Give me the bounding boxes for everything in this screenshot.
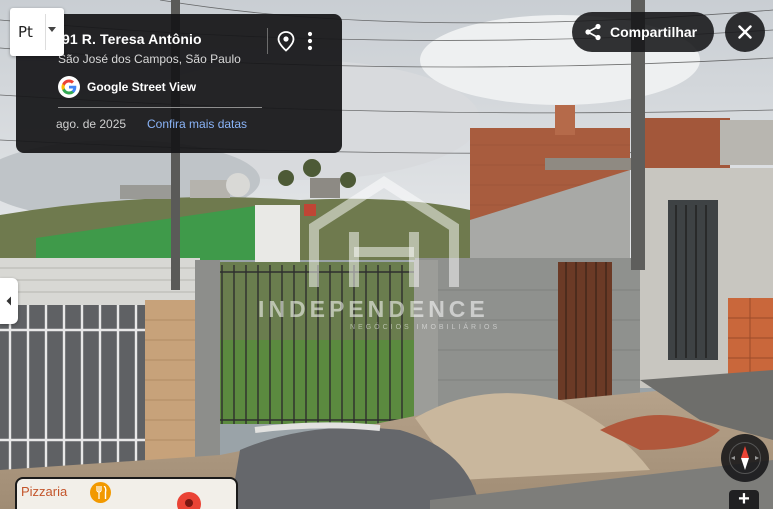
restaurant-icon[interactable] — [90, 482, 111, 503]
language-divider — [45, 14, 46, 50]
red-pin-icon — [177, 492, 201, 509]
watermark-tagline: NEGÓCIOS IMOBILIÁRIOS — [350, 324, 501, 331]
language-label: Pt — [18, 23, 33, 41]
card-separator — [58, 107, 262, 108]
more-vert-icon[interactable] — [304, 30, 316, 52]
compass-icon — [729, 442, 761, 474]
capture-date: ago. de 2025 — [56, 117, 127, 131]
share-button-label: Compartilhar — [610, 24, 698, 40]
minimap[interactable]: Pizzaria — [15, 477, 238, 509]
share-icon — [585, 23, 601, 41]
chevron-down-icon — [48, 27, 56, 32]
close-button[interactable] — [725, 12, 765, 52]
map-pin-icon[interactable] — [276, 30, 296, 52]
card-divider — [267, 28, 268, 54]
language-selector[interactable]: Pt — [10, 8, 64, 56]
compass-button[interactable] — [721, 434, 769, 482]
share-button[interactable]: Compartilhar — [572, 12, 714, 52]
chevron-left-icon — [6, 296, 11, 306]
collapse-panel-button[interactable] — [0, 278, 18, 324]
provider-row: Google Street View — [58, 75, 196, 99]
provider-label: Google Street View — [87, 80, 197, 94]
location-info-card: 91 R. Teresa Antônio São José dos Campos… — [16, 14, 342, 153]
close-icon — [738, 25, 752, 39]
address-title[interactable]: 91 R. Teresa Antônio — [62, 31, 202, 47]
watermark-brand: INDEPENDENCE — [258, 296, 489, 322]
more-dates-link[interactable]: Confira mais datas — [147, 117, 247, 131]
google-g-icon — [58, 76, 80, 98]
zoom-in-button[interactable]: + — [729, 488, 759, 509]
address-subtitle: São José dos Campos, São Paulo — [58, 52, 241, 66]
minimap-poi-label[interactable]: Pizzaria — [21, 484, 67, 499]
watermark-logo-icon — [304, 176, 459, 287]
plus-icon: + — [738, 488, 750, 509]
